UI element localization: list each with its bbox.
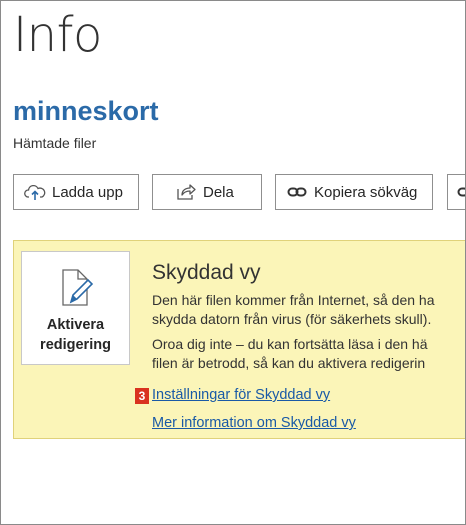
callout-marker: 3 xyxy=(135,388,149,404)
partial-toolbar-button[interactable] xyxy=(447,174,465,210)
link-icon xyxy=(456,181,465,203)
upload-button[interactable]: Ladda upp xyxy=(13,174,139,210)
document-edit-icon xyxy=(60,268,94,308)
protected-view-more-info-link[interactable]: Mer information om Skyddad vy xyxy=(152,415,356,431)
protected-view-reassurance: Oroa dig inte – du kan fortsätta läsa i … xyxy=(152,336,428,371)
protected-view-banner: Aktivera redigering Skyddad vy Den här f… xyxy=(13,240,465,439)
document-name: minneskort xyxy=(13,96,159,126)
enable-editing-label: Aktivera redigering xyxy=(40,317,111,353)
protected-view-settings-link[interactable]: Inställningar för Skyddad vy xyxy=(152,387,330,403)
info-panel: Info minneskort Hämtade filer Ladda upp … xyxy=(0,0,466,525)
document-location: Hämtade filer xyxy=(13,135,97,151)
link-icon xyxy=(286,181,308,203)
share-icon xyxy=(175,181,197,203)
share-label: Dela xyxy=(203,183,234,201)
enable-editing-button[interactable]: Aktivera redigering xyxy=(21,251,130,365)
copy-path-button[interactable]: Kopiera sökväg xyxy=(275,174,433,210)
protected-view-title: Skyddad vy xyxy=(152,261,261,284)
cloud-upload-icon xyxy=(24,181,46,203)
page-title: Info xyxy=(13,7,102,63)
protected-view-message: Den här filen kommer från Internet, så d… xyxy=(152,292,435,327)
share-button[interactable]: Dela xyxy=(152,174,262,210)
copy-path-label: Kopiera sökväg xyxy=(314,183,418,201)
upload-label: Ladda upp xyxy=(52,183,123,201)
